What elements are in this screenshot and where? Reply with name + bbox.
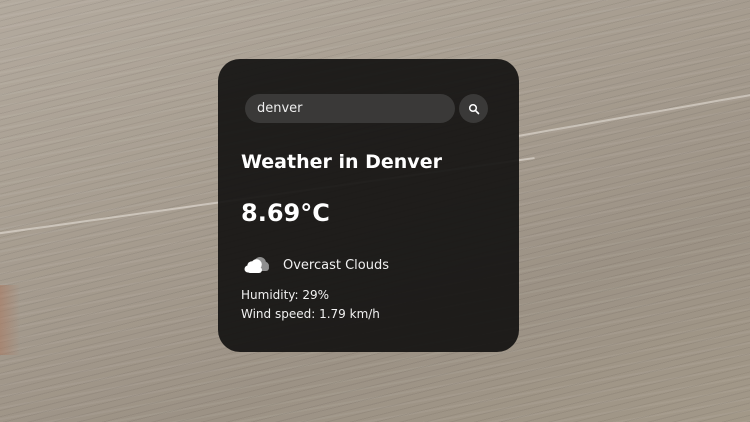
wind-speed-text: Wind speed: 1.79 km/h [241,307,380,321]
cloud-icon [243,254,271,276]
search-button[interactable] [459,94,488,123]
condition-description: Overcast Clouds [283,257,390,273]
search-bar [245,94,489,125]
search-input[interactable] [245,94,455,123]
background-crack [517,91,750,137]
city-title: Weather in Denver [241,151,442,173]
humidity-text: Humidity: 29% [241,288,330,302]
condition-row: Overcast Clouds [243,252,389,278]
background-stain [0,285,20,355]
search-icon [468,103,480,115]
temperature: 8.69°C [241,199,330,227]
weather-card: Weather in Denver 8.69°C Overcast Clouds… [218,59,519,352]
